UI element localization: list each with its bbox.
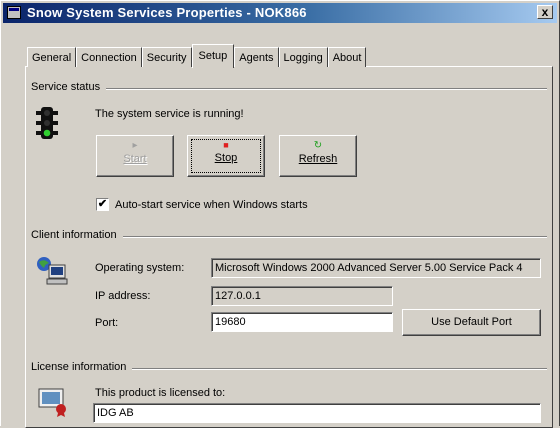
service-status-message: The system service is running! (95, 108, 244, 120)
service-status-divider (31, 88, 547, 90)
os-field[interactable]: Microsoft Windows 2000 Advanced Server 5… (211, 258, 541, 278)
ip-address-label: IP address: (95, 290, 151, 302)
tab-security[interactable]: Security (141, 47, 192, 67)
tab-connection[interactable]: Connection (76, 47, 142, 67)
license-message: This product is licensed to: (95, 387, 226, 399)
client-info-group-label: Client information (31, 229, 123, 241)
licensee-field[interactable]: IDG AB (93, 403, 541, 423)
tab-logging[interactable]: Logging (278, 47, 328, 67)
refresh-button-label: Refresh (298, 153, 338, 165)
start-icon: ▸ (132, 140, 138, 151)
refresh-icon: ↻ (313, 140, 323, 151)
title-bar[interactable]: Snow System Services Properties - NOK866… (3, 3, 557, 23)
autostart-checkbox[interactable]: ✔ (96, 198, 109, 211)
use-default-port-button[interactable]: Use Default Port (402, 309, 541, 336)
port-field[interactable]: 19680 (211, 312, 393, 332)
autostart-label[interactable]: Auto-start service when Windows starts (115, 199, 308, 211)
computer-network-icon (37, 257, 68, 285)
refresh-button[interactable]: ↻ Refresh (279, 135, 357, 177)
properties-window: Snow System Services Properties - NOK866… (0, 0, 560, 428)
window-title: Snow System Services Properties - NOK866 (27, 5, 307, 20)
tab-general[interactable]: General (27, 47, 77, 67)
port-label: Port: (95, 317, 119, 329)
tab-about[interactable]: About (327, 47, 367, 67)
os-label: Operating system: (95, 262, 185, 274)
tab-agents[interactable]: Agents (234, 47, 279, 67)
tab-setup[interactable]: Setup (191, 44, 235, 68)
close-button[interactable]: x (537, 5, 553, 19)
start-button-label: Start (123, 153, 147, 165)
stop-button-label: Stop (214, 152, 238, 164)
stop-button[interactable]: ■ Stop (187, 135, 265, 177)
license-certificate-icon (38, 388, 66, 417)
tab-strip: General Connection Security Setup Agents… (27, 44, 367, 68)
ip-address-field[interactable]: 127.0.0.1 (211, 286, 393, 306)
license-info-group-label: License information (31, 361, 133, 373)
traffic-light-icon (36, 107, 58, 139)
setup-tab-panel (25, 66, 553, 428)
service-status-group-label: Service status (31, 81, 107, 93)
stop-icon: ■ (223, 140, 229, 150)
start-button[interactable]: ▸ Start (96, 135, 174, 177)
app-window-icon (7, 6, 21, 19)
